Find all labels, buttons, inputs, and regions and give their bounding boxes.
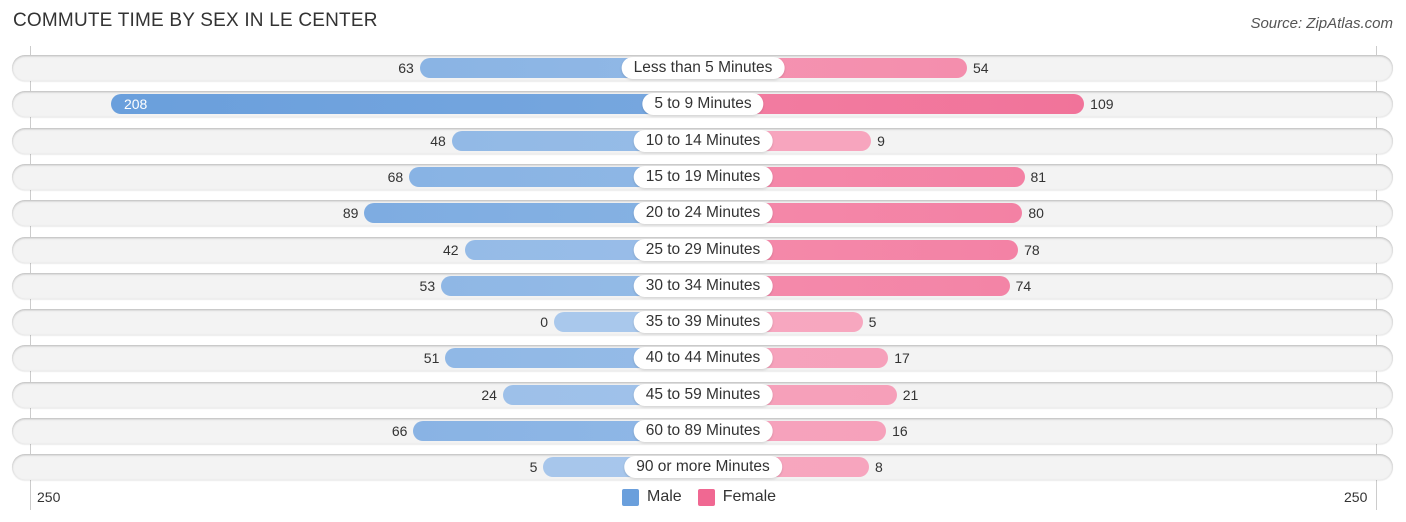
legend-label-male: Male: [647, 488, 682, 505]
value-label-female: 80: [1028, 205, 1044, 222]
value-label-female: 5: [868, 314, 877, 331]
value-label-male: 51: [423, 350, 440, 367]
value-label-male: 24: [481, 386, 497, 403]
value-label-male: 63: [398, 60, 414, 76]
chart-area: Less than 5 Minutes 63 54 5 to 9 Minutes 208…: [0, 0, 1406, 522]
legend-swatch-male: [622, 488, 639, 506]
value-label-male: 53: [419, 277, 436, 294]
value-label-female: 109: [1090, 96, 1114, 113]
value-label-male: 89: [342, 205, 359, 222]
category-label: 10 to 14 Minutes: [633, 129, 773, 152]
value-label-male: 42: [442, 241, 459, 258]
value-label-male: 208: [123, 96, 148, 113]
legend: Male Female: [622, 488, 792, 506]
value-label-male: 5: [529, 459, 538, 476]
tick-label-left: 250: [37, 489, 61, 505]
value-label-female: 17: [894, 350, 910, 367]
legend-swatch-female: [697, 488, 715, 506]
value-label-male: 66: [391, 423, 408, 439]
legend-item-male[interactable]: Male: [622, 488, 682, 506]
legend-label-female: Female: [722, 488, 777, 505]
value-label-female: 8: [875, 459, 883, 476]
category-label: 60 to 89 Minutes: [633, 420, 773, 442]
category-label: 90 or more Minutes: [624, 456, 782, 479]
value-label-female: 16: [892, 423, 908, 439]
category-label: 35 to 39 Minutes: [633, 311, 773, 334]
category-label: 30 to 34 Minutes: [633, 274, 773, 297]
category-label: 25 to 29 Minutes: [633, 238, 773, 261]
tick-label-right: 250: [1344, 489, 1368, 505]
value-label-female: 54: [973, 60, 989, 76]
value-label-male: 0: [540, 314, 548, 331]
value-label-female: 21: [902, 386, 919, 403]
category-label: 40 to 44 Minutes: [633, 347, 773, 370]
value-label-female: 81: [1030, 168, 1047, 185]
value-label-male: 68: [387, 168, 404, 185]
category-label: 45 to 59 Minutes: [633, 383, 773, 406]
value-label-female: 78: [1024, 241, 1040, 258]
category-label: Less than 5 Minutes: [621, 57, 785, 79]
value-label-female: 74: [1015, 277, 1032, 294]
value-label-female: 9: [877, 132, 885, 149]
value-label-male: 48: [430, 132, 446, 149]
category-label: 15 to 19 Minutes: [633, 165, 773, 188]
category-label: 5 to 9 Minutes: [642, 93, 764, 116]
category-label: 20 to 24 Minutes: [633, 202, 773, 225]
legend-item-female[interactable]: Female: [697, 488, 777, 506]
bar-male[interactable]: [110, 94, 703, 115]
